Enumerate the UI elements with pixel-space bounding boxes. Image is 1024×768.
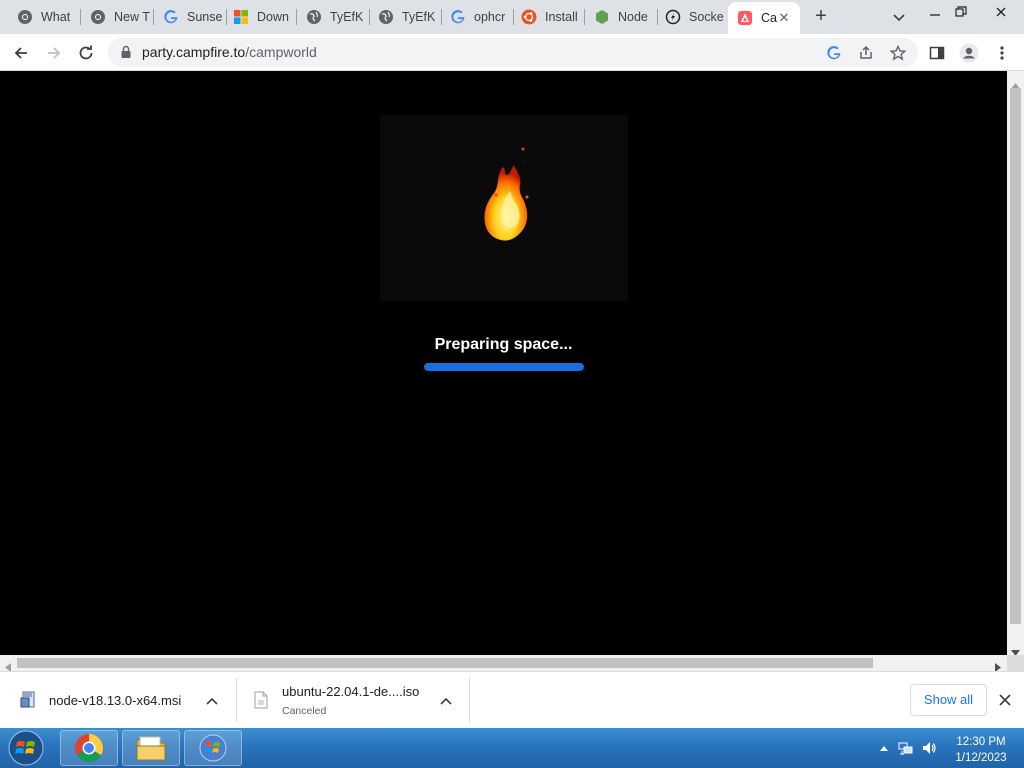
vertical-scroll-thumb[interactable]: [1010, 88, 1021, 624]
profile-avatar-icon[interactable]: [959, 43, 979, 63]
clock-date: 1/12/2023: [955, 752, 1007, 764]
horizontal-scrollbar[interactable]: [0, 655, 1007, 672]
taskbar-media-button[interactable]: [184, 730, 242, 766]
windows-taskbar: 12:30 PM 1/12/2023: [0, 728, 1024, 768]
download-status: Canceled: [282, 705, 327, 717]
tab-title: TyEfK: [330, 10, 364, 24]
campfire-flame-icon: [470, 135, 540, 260]
side-panel-icon[interactable]: [927, 43, 947, 63]
tab-title: TyEfK: [402, 10, 436, 24]
network-icon[interactable]: [898, 740, 914, 756]
download-divider: [469, 678, 470, 722]
tab-title: ophcr: [474, 10, 506, 24]
google-icon: [450, 9, 466, 25]
chevron-up-icon[interactable]: [438, 693, 454, 709]
bookmark-star-icon[interactable]: [889, 44, 907, 62]
clock-time: 12:30 PM: [956, 736, 1006, 748]
more-menu-icon[interactable]: [992, 43, 1012, 63]
tab-title: Down: [257, 10, 289, 24]
url-text[interactable]: party.campfire.to/campworld: [142, 44, 317, 60]
vertical-scrollbar[interactable]: [1007, 71, 1024, 656]
taskbar-chrome-button[interactable]: [60, 730, 118, 766]
show-all-downloads-button[interactable]: Show all: [910, 684, 987, 716]
tab[interactable]: What: [8, 4, 81, 30]
download-item-node[interactable]: node-v18.13.0-x64.msi: [0, 678, 236, 722]
tab[interactable]: TyEfK: [297, 4, 370, 30]
tab-title: Install: [545, 10, 578, 24]
horizontal-scroll-thumb[interactable]: [17, 658, 873, 668]
download-item-ubuntu[interactable]: ubuntu-22.04.1-de....iso Canceled: [237, 678, 469, 722]
lock-icon[interactable]: [120, 45, 132, 59]
msi-installer-icon: [20, 690, 38, 715]
tab-title: New T: [114, 10, 150, 24]
restore-window-icon[interactable]: [950, 2, 972, 22]
campfire-icon: [737, 10, 753, 26]
tab-title: What: [41, 10, 71, 24]
tab-title: Sunse: [187, 10, 223, 24]
chrome-icon: [75, 734, 103, 762]
browser-toolbar: party.campfire.to/campworld: [0, 34, 1024, 71]
windows-media-icon: [199, 734, 227, 762]
share-icon[interactable]: [857, 44, 875, 62]
screen: + What New T Sunse Down TyEfK TyEfK ophcr Insta…: [0, 0, 1024, 768]
url-host: party.campfire.to: [142, 44, 246, 60]
tab-search-icon[interactable]: [890, 8, 908, 26]
tab-active[interactable]: Ca ✕: [728, 2, 800, 34]
forward-arrow-icon[interactable]: [42, 41, 66, 65]
volume-icon[interactable]: [921, 740, 937, 756]
tab[interactable]: Socke: [656, 4, 729, 30]
scrollbar-corner: [1007, 655, 1024, 671]
microsoft-icon: [233, 9, 249, 25]
system-clock[interactable]: 12:30 PM 1/12/2023: [950, 734, 1012, 766]
address-bar[interactable]: party.campfire.to/campworld: [108, 38, 918, 67]
loading-animation-panel: [380, 115, 628, 301]
close-tab-icon[interactable]: ✕: [776, 10, 792, 26]
reload-icon[interactable]: [74, 41, 98, 65]
tab-strip: + What New T Sunse Down TyEfK TyEfK ophcr Insta…: [0, 0, 1024, 34]
tab[interactable]: ophcr: [441, 4, 514, 30]
new-tab-button[interactable]: +: [810, 6, 832, 28]
tab[interactable]: Sunse: [154, 4, 227, 30]
chrome-icon: [17, 9, 33, 25]
nodejs-icon: [594, 9, 610, 25]
download-filename: ubuntu-22.04.1-de....iso: [282, 684, 420, 699]
tab-title: Socke: [689, 10, 724, 24]
ubuntu-icon: [521, 9, 537, 25]
url-path: /campworld: [245, 44, 317, 60]
chrome-icon: [90, 9, 106, 25]
minimize-window-icon[interactable]: [924, 2, 946, 22]
tab[interactable]: New T: [81, 4, 154, 30]
taskbar-explorer-button[interactable]: [122, 730, 180, 766]
loading-status-text: Preparing space...: [434, 336, 573, 353]
tab[interactable]: Down: [224, 4, 297, 30]
file-icon: [254, 691, 268, 714]
globe-icon: [378, 9, 394, 25]
loading-progress-bar: [424, 363, 584, 371]
tab[interactable]: Install: [512, 4, 585, 30]
google-lens-icon[interactable]: [825, 44, 843, 62]
start-button[interactable]: [6, 729, 46, 767]
google-icon: [163, 9, 179, 25]
tab-title: Ca: [761, 11, 777, 25]
tab-title: Node: [618, 10, 648, 24]
back-arrow-icon[interactable]: [9, 41, 33, 65]
tab[interactable]: Node: [585, 4, 658, 30]
page-viewport: Preparing space...: [0, 71, 1007, 655]
globe-icon: [306, 9, 322, 25]
close-window-icon[interactable]: [990, 2, 1012, 22]
download-filename: node-v18.13.0-x64.msi: [49, 693, 182, 708]
close-icon[interactable]: [996, 691, 1014, 709]
socketio-icon: [665, 9, 681, 25]
folder-icon: [136, 736, 166, 761]
download-shelf: node-v18.13.0-x64.msi ubuntu-22.04.1-de.…: [0, 671, 1024, 728]
loading-progress-fill: [424, 363, 584, 371]
show-hidden-icons-icon[interactable]: [876, 740, 892, 756]
tab[interactable]: TyEfK: [369, 4, 442, 30]
chevron-up-icon[interactable]: [204, 693, 220, 709]
